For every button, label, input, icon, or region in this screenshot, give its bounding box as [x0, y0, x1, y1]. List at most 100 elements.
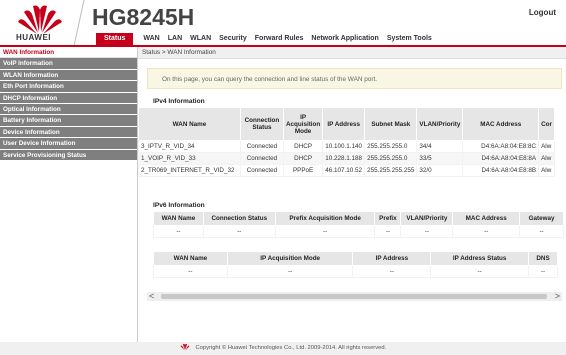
copyright-text: Copyright © Huawei Technologies Co., Ltd…	[195, 345, 387, 351]
column-header: Prefix Acquisition Mode	[274, 211, 376, 226]
nav-lan[interactable]: LAN	[164, 33, 186, 45]
table-cell: DHCP	[282, 140, 324, 153]
table-cell: 10.228.1.188	[322, 152, 366, 165]
table-cell: 32/0	[416, 164, 464, 177]
table-cell: 2_TR069_INTERNET_R_VID_32	[138, 164, 241, 177]
column-header: IP Address	[322, 107, 366, 141]
table-cell: --	[226, 265, 354, 278]
table-cell: 33/5	[416, 152, 464, 165]
sidebar-item-service-provisioning-status[interactable]: Service Provisioning Status	[0, 149, 137, 161]
sidebar: WAN Information VoIP Information WLAN In…	[0, 47, 137, 342]
logout-link[interactable]: Logout	[529, 8, 556, 17]
table-cell: 34/4	[416, 140, 464, 153]
table-row: 3_IPTV_R_VID_34 Connected DHCP 10.100.1.…	[138, 140, 555, 153]
column-header: IP Acquisition Mode	[282, 107, 324, 141]
ipv6-table: WAN Name Connection Status Prefix Acquis…	[153, 211, 564, 238]
footer: Copyright © Huawei Technologies Co., Ltd…	[0, 342, 566, 355]
table-row: 2_TR069_INTERNET_R_VID_32 Connected PPPo…	[138, 164, 555, 177]
header: HUAWEI HG8245H Logout Status WAN LAN WLA…	[0, 0, 566, 46]
table-cell: --	[374, 225, 402, 238]
nav-system-tools[interactable]: System Tools	[383, 33, 436, 45]
ipv4-table: WAN Name Connection Status IP Acquisitio…	[138, 107, 555, 177]
column-header: Connection Status	[202, 211, 276, 226]
main-content: Status > WAN Information On this page, y…	[137, 47, 566, 342]
sidebar-item-battery-information[interactable]: Battery Information	[0, 115, 137, 127]
table-cell: Alw	[538, 140, 555, 153]
sidebar-item-optical-information[interactable]: Optical Information	[0, 103, 137, 116]
table-cell: --	[202, 225, 276, 238]
column-header: VLAN/Priority	[416, 107, 464, 141]
scroll-left-arrow-icon[interactable]: <	[149, 291, 154, 301]
sidebar-item-device-information[interactable]: Device Information	[0, 126, 137, 139]
table-cell: 46.107.10.52	[322, 164, 366, 177]
ipv6-address-table: WAN Name IP Acquisition Mode IP Address …	[153, 251, 558, 278]
table-cell: --	[430, 265, 530, 278]
header-divider	[73, 0, 85, 46]
column-header: DNS	[528, 251, 558, 266]
table-cell: D4:6A:A8:04:E8:8C	[462, 140, 540, 153]
column-header: Cor	[538, 107, 555, 141]
column-header: IP Acquisition Mode	[226, 251, 354, 266]
table-row: -- -- -- -- --	[153, 265, 558, 278]
table-cell: Connected	[239, 140, 284, 153]
table-cell: --	[153, 225, 204, 238]
nav-wan[interactable]: WAN	[139, 33, 163, 45]
table-cell: --	[352, 265, 432, 278]
nav-wlan[interactable]: WLAN	[186, 33, 215, 45]
table-cell: 255.255.255.0	[364, 140, 418, 153]
column-header: MAC Address	[462, 107, 540, 141]
column-header: IP Address	[352, 251, 432, 266]
table-cell: Connected	[239, 164, 284, 177]
sidebar-item-eth-port-information[interactable]: Eth Port Information	[0, 81, 137, 93]
sidebar-item-dhcp-information[interactable]: DHCP Information	[0, 92, 137, 104]
table-cell: 255.255.255.255	[364, 164, 418, 177]
table-cell: D4:6A:A8:04:E8:8A	[462, 152, 540, 165]
column-header: Prefix	[374, 211, 402, 226]
table-cell: Connected	[239, 152, 284, 165]
device-model-title: HG8245H	[92, 4, 195, 30]
info-notice: On this page, you can query the connecti…	[147, 68, 562, 89]
router-admin-page: HUAWEI HG8245H Logout Status WAN LAN WLA…	[0, 0, 566, 355]
table-row: 1_VOIP_R_VID_33 Connected DHCP 10.228.1.…	[138, 152, 555, 165]
column-header: WAN Name	[138, 107, 241, 141]
table-cell: --	[400, 225, 454, 238]
column-header: Subnet Mask	[364, 107, 418, 141]
column-header: Connection Status	[239, 107, 284, 141]
table-row: -- -- -- -- -- -- --	[153, 225, 564, 238]
scroll-right-arrow-icon[interactable]: >	[555, 291, 560, 301]
scrollbar-thumb[interactable]	[161, 294, 547, 299]
sidebar-item-wan-information[interactable]: WAN Information	[0, 47, 137, 59]
table-cell: PPPoE	[282, 164, 324, 177]
nav-security[interactable]: Security	[215, 33, 251, 45]
column-header: WAN Name	[153, 251, 228, 266]
column-header: IP Address Status	[430, 251, 530, 266]
brand-name: HUAWEI	[16, 33, 51, 42]
table-cell: 10.100.1.140	[322, 140, 366, 153]
top-nav: Status WAN LAN WLAN Security Forward Rul…	[86, 33, 436, 45]
table-cell: Alw	[538, 164, 555, 177]
table-cell: Alw	[538, 152, 555, 165]
sidebar-item-voip-information[interactable]: VoIP Information	[0, 58, 137, 70]
table-cell: --	[519, 225, 564, 238]
table-cell: 1_VOIP_R_VID_33	[138, 152, 241, 165]
huawei-logo-small-icon	[180, 344, 190, 351]
ipv6-section-title: IPv6 Information	[153, 202, 205, 209]
ipv4-section-title: IPv4 Information	[153, 98, 205, 105]
breadcrumb: Status > WAN Information	[138, 47, 566, 59]
table-cell: --	[274, 225, 376, 238]
table-cell: --	[452, 225, 521, 238]
table-cell: D4:6A:A8:04:E8:8B	[462, 164, 540, 177]
column-header: VLAN/Priority	[400, 211, 454, 226]
table-cell: --	[528, 265, 558, 278]
sidebar-item-wlan-information[interactable]: WLAN Information	[0, 69, 137, 82]
column-header: MAC Address	[452, 211, 521, 226]
nav-status[interactable]: Status	[96, 33, 134, 45]
sidebar-item-user-device-information[interactable]: User Device Information	[0, 138, 137, 150]
nav-network-application[interactable]: Network Application	[307, 33, 382, 45]
table-cell: 255.255.255.0	[364, 152, 418, 165]
table-cell: --	[153, 265, 228, 278]
column-header: WAN Name	[153, 211, 204, 226]
horizontal-scrollbar[interactable]: < >	[147, 291, 562, 301]
nav-forward-rules[interactable]: Forward Rules	[251, 33, 308, 45]
table-cell: 3_IPTV_R_VID_34	[138, 140, 241, 153]
